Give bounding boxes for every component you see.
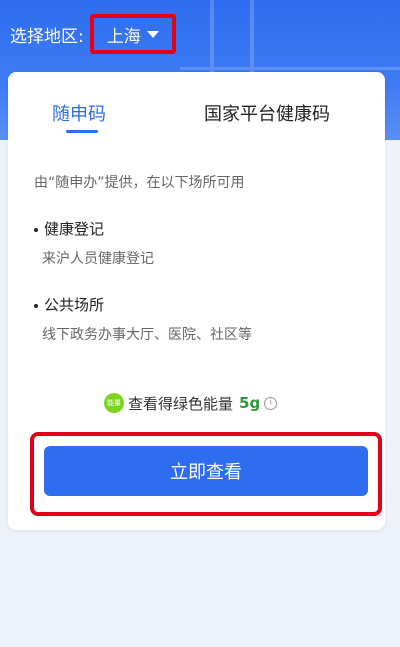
page: 选择地区: 上海 随申码 国家平台健康码 由“随申办”提供，在以下场所可用 健康… [0,0,400,647]
caret-down-icon [146,30,159,38]
region-label: 选择地区: [10,26,84,47]
tab-suishen-code[interactable]: 随申码 [52,100,106,126]
region-picker[interactable]: 上海 [89,14,176,54]
green-energy-info: 能量 查看得绿色能量 5g i [104,392,278,414]
energy-text: 查看得绿色能量 [128,394,234,413]
view-now-button[interactable]: 立即查看 [44,446,368,496]
section-title-health-registration: 健康登记 [34,218,104,239]
cta-highlight-frame: 立即查看 [30,432,382,516]
section-subtitle-public-places: 线下政务办事大厅、医院、社区等 [42,327,252,343]
active-tab-indicator [66,130,98,133]
energy-value: 5g [239,394,261,412]
info-icon[interactable]: i [264,396,278,410]
tab-national-health-code[interactable]: 国家平台健康码 [204,100,330,126]
health-code-card: 随申码 国家平台健康码 由“随申办”提供，在以下场所可用 健康登记 来沪人员健康… [8,72,385,530]
section-subtitle-health-registration: 来沪人员健康登记 [42,251,154,267]
provider-description: 由“随申办”提供，在以下场所可用 [34,175,245,191]
region-selected: 上海 [106,26,141,47]
section-title-public-places: 公共场所 [34,294,104,315]
tab-bar: 随申码 国家平台健康码 [8,72,385,140]
region-bar: 选择地区: 上海 [0,14,400,54]
energy-leaf-icon: 能量 [104,393,124,413]
